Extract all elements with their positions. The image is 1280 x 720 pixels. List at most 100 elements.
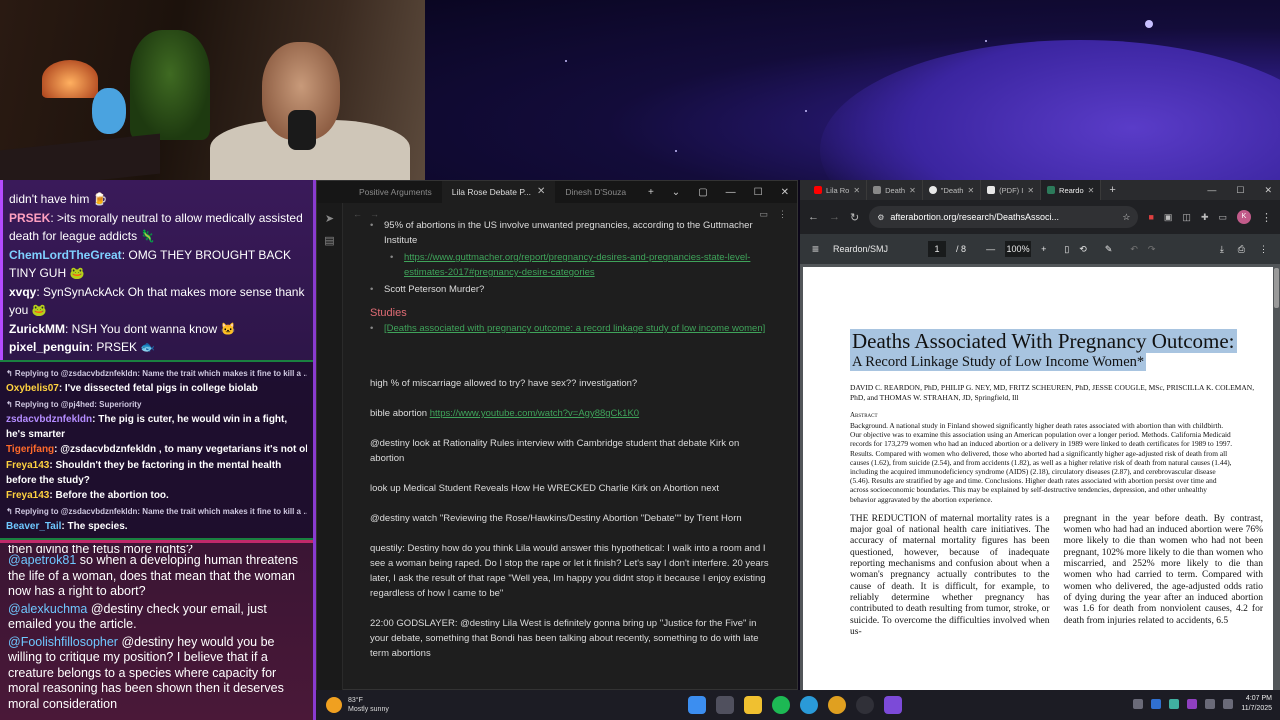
desktop: { "chat": { "lines": [ {"user": "", "tex…	[0, 0, 1280, 720]
pdf-abstract: Background. A national study in Finland …	[850, 421, 1233, 504]
sidebar-toggle-icon[interactable]: ▢	[698, 187, 707, 198]
wifi-icon[interactable]	[1205, 699, 1216, 709]
reply-context: ↰ Replying to @zsdacvbdznfekldn: Name th…	[6, 507, 307, 516]
obs-icon[interactable]	[856, 696, 874, 714]
profile-avatar[interactable]: K	[1237, 210, 1251, 224]
close-icon[interactable]: ✕	[909, 186, 916, 195]
weather-text: 83°F Mostly sunny	[348, 697, 389, 713]
close-icon[interactable]: ✕	[967, 186, 974, 195]
address-bar[interactable]: ⚙ afterabortion.org/research/DeathsAssoc…	[869, 206, 1139, 228]
reload-icon[interactable]: ↻	[850, 211, 859, 224]
close-icon[interactable]: ✕	[1027, 186, 1034, 195]
wallpaper-star	[565, 60, 567, 62]
print-icon[interactable]: ⎙	[1238, 244, 1245, 255]
extension-icon[interactable]: ▣	[1164, 212, 1173, 223]
minimize-icon[interactable]: —	[726, 187, 736, 198]
youtube-icon	[814, 186, 822, 194]
back-arrow-icon[interactable]: ←	[353, 209, 362, 219]
volume-icon[interactable]	[1223, 699, 1234, 709]
page-number-input[interactable]: 1	[928, 241, 947, 257]
chat-message: @Foolishfillosopher @destiny hey would y…	[8, 634, 284, 711]
close-window-icon[interactable]: ✕	[781, 187, 789, 198]
microphone	[288, 110, 316, 150]
browser-tab[interactable]: "Death ✕	[923, 180, 982, 200]
bookmark-star-icon[interactable]: ☆	[1122, 212, 1130, 223]
chat-message: PRSEK: >its morally neutral to allow med…	[9, 210, 303, 244]
obsidian-icon[interactable]	[884, 696, 902, 714]
close-icon[interactable]: ✕	[537, 181, 545, 203]
notes-tab[interactable]: Positive Arguments	[343, 181, 442, 203]
chevron-down-icon[interactable]: ⌄	[672, 187, 680, 198]
extension-icon[interactable]: ■	[1148, 212, 1153, 222]
hamburger-menu-icon[interactable]: ≡	[812, 242, 819, 256]
spotify-icon[interactable]	[772, 696, 790, 714]
panel-icon[interactable]: ▤	[323, 235, 337, 247]
task-view-icon[interactable]	[716, 696, 734, 714]
browser-tab[interactable]: Lila Ro ✕	[808, 180, 868, 200]
more-options-icon[interactable]: ⋮	[1259, 244, 1268, 255]
weather-widget[interactable]: 83°F Mostly sunny	[316, 696, 389, 714]
forward-arrow-icon[interactable]: →	[829, 211, 840, 223]
fit-page-icon[interactable]: ▯	[1064, 244, 1069, 255]
menu-icon[interactable]: ⋮	[1261, 211, 1272, 224]
browser-tab[interactable]: Death ✕	[867, 180, 923, 200]
clock[interactable]: 4:07 PM 11/7/2025	[1241, 694, 1272, 714]
tray-icon[interactable]	[1133, 699, 1144, 709]
notes-tab[interactable]: Dinesh D'Souza	[555, 181, 636, 203]
zoom-level[interactable]: 100%	[1005, 241, 1032, 257]
notes-tab-active[interactable]: Lila Rose Debate P... ✕	[441, 181, 556, 203]
maximize-icon[interactable]: ☐	[1236, 185, 1244, 196]
pdf-scrollbar[interactable]	[1274, 268, 1279, 308]
file-explorer-icon[interactable]	[744, 696, 762, 714]
pdf-viewer[interactable]: Deaths Associated With Pregnancy Outcome…	[800, 264, 1280, 690]
note-link[interactable]: https://www.guttmacher.org/report/pregna…	[404, 252, 750, 278]
zoom-in-icon[interactable]: +	[1041, 244, 1046, 254]
chat-main: didn't have him 🍺 PRSEK: >its morally ne…	[0, 180, 313, 360]
close-icon[interactable]: ✕	[853, 186, 860, 195]
pdf-abstract-label: Abstract	[850, 411, 878, 419]
extensions-puzzle-icon[interactable]: ✚	[1201, 212, 1209, 223]
draw-icon[interactable]: ✎	[1105, 244, 1113, 255]
zoom-out-icon[interactable]: —	[986, 244, 995, 254]
browser-tab-active[interactable]: Reardo ✕	[1041, 180, 1102, 200]
pdf-authors: DAVID C. REARDON, PhD, PHILIP G. NEY, MD…	[850, 383, 1255, 402]
send-icon[interactable]: ➤	[323, 213, 337, 225]
note-paragraph: high % of miscarriage allowed to try? ha…	[370, 378, 638, 389]
chat-message: zsdacvbdznfekldn: The pig is cuter, he w…	[6, 414, 288, 440]
minimize-icon[interactable]: —	[1207, 185, 1216, 196]
reading-view-icon[interactable]: ▭	[759, 209, 768, 220]
chrome-icon[interactable]	[828, 696, 846, 714]
sidepanel-icon[interactable]: ▭	[1218, 212, 1227, 223]
close-icon[interactable]: ✕	[1088, 186, 1095, 195]
taskbar-apps	[688, 696, 902, 714]
pdf-icon	[987, 186, 996, 194]
windows-start-icon[interactable]	[688, 696, 706, 714]
reply-context: ↰ Replying to @zsdacvbdznfekldn: Name th…	[6, 369, 307, 378]
more-options-icon[interactable]: ⋮	[778, 209, 787, 220]
tray-icon[interactable]	[1151, 699, 1162, 709]
redo-icon[interactable]: ↷	[1148, 244, 1156, 255]
undo-icon[interactable]: ↶	[1130, 244, 1138, 255]
pdf-toolbar-right: ⤓ ⎙ ⋮	[1220, 244, 1268, 255]
new-tab-icon[interactable]: +	[1101, 184, 1115, 196]
new-tab-icon[interactable]: +	[648, 187, 654, 198]
rotate-icon[interactable]: ⟲	[1079, 244, 1087, 255]
close-window-icon[interactable]: ✕	[1264, 185, 1272, 196]
page-count: / 8	[956, 244, 967, 254]
back-arrow-icon[interactable]: ←	[808, 211, 819, 223]
forward-arrow-icon[interactable]: →	[370, 209, 379, 219]
browser-tab[interactable]: (PDF) I ✕	[981, 180, 1042, 200]
maximize-icon[interactable]: ☐	[754, 187, 763, 198]
tray-icon[interactable]	[1169, 699, 1180, 709]
note-paragraph: @destiny watch "Reviewing the Rose/Hawki…	[370, 513, 742, 524]
chat-message: Beaver_Tail: The species.	[6, 521, 128, 532]
download-icon[interactable]: ⤓	[1220, 244, 1224, 255]
edge-icon[interactable]	[800, 696, 818, 714]
chat-message: Freya143: Before the abortion too.	[6, 490, 169, 501]
note-editor[interactable]: 95% of abortions in the US involve unwan…	[343, 221, 797, 691]
site-info-icon[interactable]: ⚙	[877, 213, 884, 222]
extension-icon[interactable]: ◫	[1182, 212, 1191, 223]
study-link[interactable]: [Deaths associated with pregnancy outcom…	[384, 323, 765, 334]
tray-icon[interactable]	[1187, 699, 1198, 709]
youtube-link[interactable]: https://www.youtube.com/watch?v=Agy88gCk…	[430, 408, 639, 419]
